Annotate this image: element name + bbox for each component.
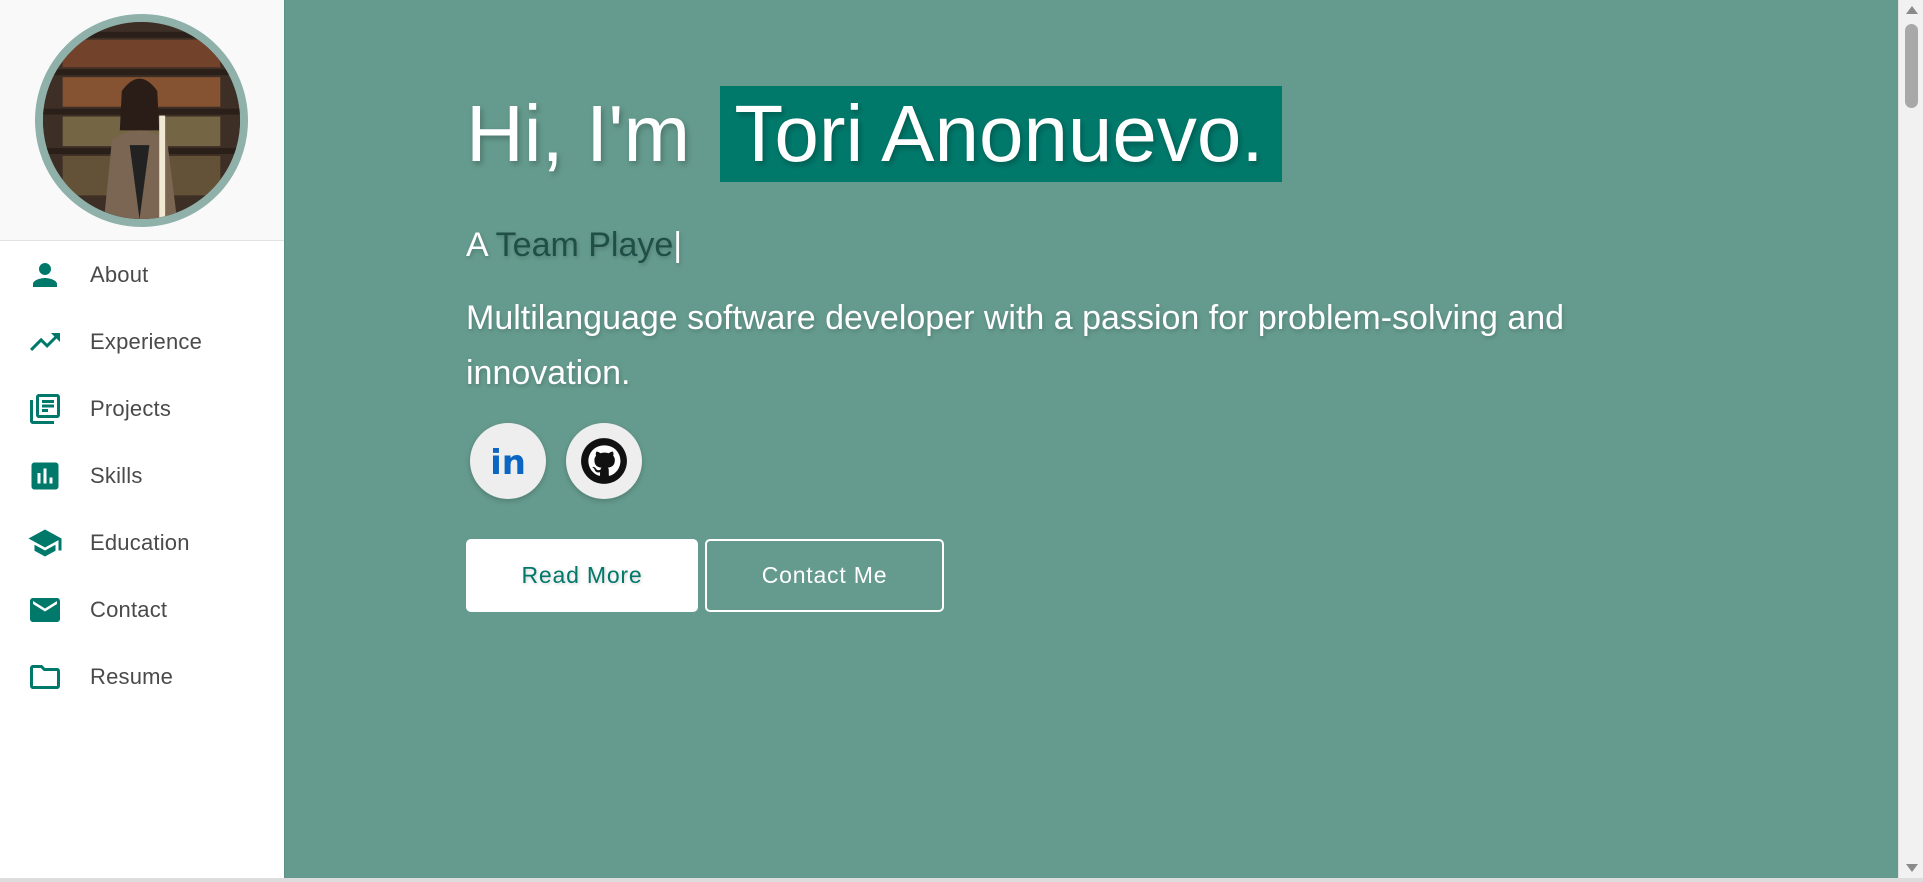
tagline-prefix: A	[466, 226, 487, 264]
scroll-down-arrow-icon[interactable]	[1906, 864, 1918, 872]
sidebar: About Experience Projects Skills Educati…	[0, 0, 285, 878]
hero-actions: Read More Contact Me	[466, 539, 1766, 612]
avatar	[35, 14, 248, 227]
sidebar-item-label: Education	[90, 529, 190, 555]
sidebar-item-resume[interactable]: Resume	[0, 643, 285, 710]
hero-description: Multilanguage software developer with a …	[466, 299, 1565, 392]
sidebar-item-projects[interactable]: Projects	[0, 375, 285, 442]
scroll-up-arrow-icon[interactable]	[1906, 6, 1918, 14]
typed-tagline: A Team Playe|	[466, 226, 1766, 265]
sidebar-item-label: Resume	[90, 663, 174, 689]
sidebar-item-education[interactable]: Education	[0, 509, 285, 576]
svg-text:in: in	[490, 443, 526, 483]
sidebar-item-label: Projects	[90, 395, 172, 421]
name-highlight: Tori Anonuevo.	[720, 86, 1282, 182]
folder-icon	[26, 658, 64, 696]
sidebar-item-experience[interactable]: Experience	[0, 308, 285, 375]
profile-photo	[43, 22, 240, 219]
sidebar-nav: About Experience Projects Skills Educati…	[0, 241, 285, 710]
horizontal-scrollbar-track	[0, 878, 1923, 882]
profile-header	[0, 0, 284, 241]
linkedin-button[interactable]: in	[470, 423, 546, 499]
sidebar-item-label: Skills	[90, 462, 143, 488]
hero-section: Hi, I'm Tori Anonuevo. A Team Playe| Mul…	[285, 0, 1898, 878]
linkedin-icon: in	[490, 443, 526, 483]
github-button[interactable]	[566, 423, 642, 499]
scrollbar-thumb[interactable]	[1905, 24, 1918, 108]
mail-icon	[26, 591, 64, 629]
typing-cursor: |	[673, 226, 683, 264]
library-books-icon	[26, 390, 64, 428]
sidebar-item-label: Experience	[90, 328, 203, 354]
graduation-cap-icon	[26, 524, 64, 562]
page-title: Hi, I'm Tori Anonuevo.	[466, 86, 1766, 182]
sidebar-item-skills[interactable]: Skills	[0, 442, 285, 509]
github-icon	[581, 438, 627, 484]
greeting-text: Hi, I'm	[466, 89, 713, 178]
vertical-scrollbar[interactable]	[1898, 0, 1923, 878]
sidebar-item-about[interactable]: About	[0, 241, 285, 308]
trending-up-icon	[26, 323, 64, 361]
sidebar-item-label: About	[90, 261, 149, 287]
social-links: in	[466, 423, 1766, 499]
hero-content: Hi, I'm Tori Anonuevo. A Team Playe| Mul…	[466, 86, 1766, 612]
person-icon	[26, 256, 64, 294]
read-more-button[interactable]: Read More	[466, 539, 698, 612]
sidebar-item-contact[interactable]: Contact	[0, 576, 285, 643]
sidebar-item-label: Contact	[90, 596, 168, 622]
tagline-typed-text: Team Playe	[495, 226, 674, 264]
contact-me-button[interactable]: Contact Me	[705, 539, 944, 612]
bar-chart-icon	[26, 457, 64, 495]
